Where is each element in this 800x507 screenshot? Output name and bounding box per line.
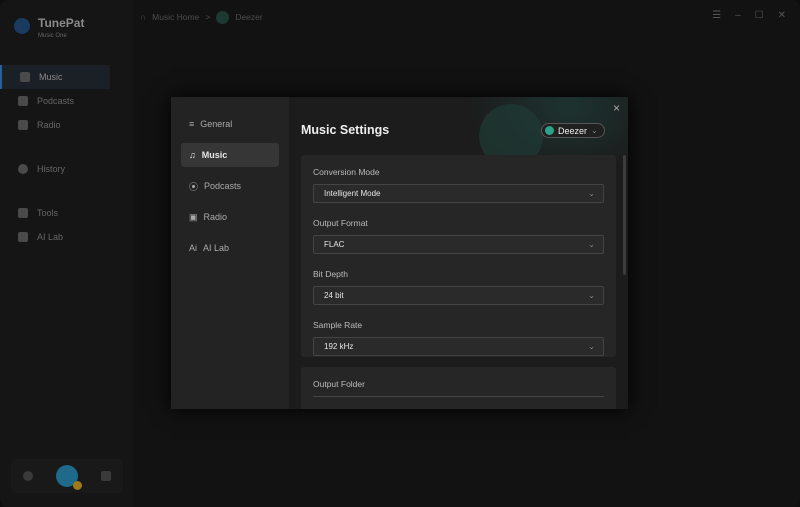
broadcast-icon: ⦿ (189, 181, 199, 192)
app-name: TunePat (38, 16, 85, 30)
sliders-icon: ≡ (189, 119, 195, 129)
conversion-mode-select[interactable]: Intelligent Mode ⌄ (313, 184, 604, 203)
audio-settings-card: Conversion Mode Intelligent Mode ⌄ Output… (301, 155, 616, 357)
field-label: Conversion Mode (313, 167, 380, 177)
field-label: Bit Depth (313, 269, 348, 279)
sidebar-item-label: Radio (37, 120, 61, 130)
toolbox-icon (18, 208, 28, 218)
select-value: Intelligent Mode (324, 189, 381, 198)
sidebar-item-ai-lab[interactable]: AI Lab (0, 225, 110, 249)
settings-tab-podcasts[interactable]: ⦿ Podcasts (181, 174, 279, 198)
breadcrumb: ∩ Music Home > Deezer (140, 6, 290, 28)
headphones-icon (20, 72, 30, 82)
premium-badge-icon (72, 481, 82, 490)
sidebar-item-label: History (37, 164, 66, 174)
mail-icon[interactable] (101, 471, 112, 481)
tunepat-logo-icon (14, 18, 30, 34)
output-folder-input[interactable] (313, 396, 604, 404)
field-label: Sample Rate (313, 320, 363, 330)
chevron-down-icon: ⌄ (588, 342, 595, 351)
settings-tab-general[interactable]: ≡ General (181, 112, 279, 136)
page-title: Music Settings (301, 123, 390, 137)
chevron-down-icon: ⌄ (591, 126, 598, 135)
chevron-down-icon: ⌄ (588, 291, 595, 300)
breadcrumb-current: Deezer (235, 12, 263, 22)
podcast-icon (18, 96, 28, 106)
gear-icon[interactable] (22, 471, 33, 481)
sample-rate-select[interactable]: 192 kHz ⌄ (313, 337, 604, 356)
clock-icon (18, 164, 28, 174)
avatar[interactable] (55, 465, 82, 490)
maximize-icon[interactable]: ☐ (755, 10, 764, 21)
sidebar-item-label: AI Lab (37, 232, 64, 242)
headphones-icon: ∩ (140, 12, 147, 22)
output-folder-card: Output Folder (301, 367, 616, 409)
sidebar-item-label: Podcasts (37, 96, 75, 106)
sidebar-item-label: Tools (37, 208, 59, 218)
deezer-icon (216, 10, 230, 24)
bottom-bar (11, 459, 123, 493)
chevron-down-icon: ⌄ (588, 240, 595, 249)
settings-content: × Music Settings Deezer ⌄ Conversion Mode… (289, 97, 628, 409)
close-icon[interactable]: × (613, 101, 620, 115)
tab-label: AI Lab (203, 243, 230, 253)
deezer-icon (545, 126, 554, 135)
sidebar-item-history[interactable]: History (0, 157, 110, 181)
breadcrumb-separator: > (205, 12, 211, 22)
ai-icon: Ai (189, 243, 198, 253)
ai-icon (18, 232, 28, 242)
settings-dialog: ≡ General ♫ Music ⦿ Podcasts ▣ Radio Ai AI La… (171, 97, 628, 409)
logo: TunePat Music One (14, 16, 84, 39)
sidebar-item-tools[interactable]: Tools (0, 201, 110, 225)
minimize-icon[interactable]: – (735, 10, 741, 21)
settings-nav: ≡ General ♫ Music ⦿ Podcasts ▣ Radio Ai AI La… (171, 97, 289, 409)
sidebar: TunePat Music One Music Podcasts Radio H… (0, 0, 133, 507)
tab-label: General (200, 119, 233, 129)
service-label: Deezer (558, 125, 588, 136)
settings-tab-music[interactable]: ♫ Music (181, 143, 279, 167)
window-controls: ☰ – ☐ ✕ (712, 10, 786, 21)
music-note-icon: ♫ (189, 150, 196, 160)
service-selector[interactable]: Deezer ⌄ (541, 123, 605, 138)
sidebar-item-radio[interactable]: Radio (0, 113, 110, 137)
settings-tab-ai-lab[interactable]: Ai AI Lab (181, 236, 279, 260)
select-value: FLAC (324, 240, 345, 249)
sidebar-item-music[interactable]: Music (0, 65, 110, 89)
scrollbar[interactable] (623, 155, 626, 275)
radio-icon: ▣ (189, 211, 198, 222)
menu-icon[interactable]: ☰ (712, 10, 721, 21)
tab-label: Podcasts (204, 181, 242, 191)
radio-icon (18, 120, 28, 130)
sidebar-item-label: Music (39, 72, 63, 82)
tab-label: Music (201, 150, 228, 160)
field-label: Output Folder (313, 379, 365, 389)
settings-tab-radio[interactable]: ▣ Radio (181, 205, 279, 229)
breadcrumb-home[interactable]: Music Home (152, 12, 199, 22)
close-window-icon[interactable]: ✕ (778, 10, 786, 21)
sidebar-item-podcasts[interactable]: Podcasts (0, 89, 110, 113)
chevron-down-icon: ⌄ (588, 189, 595, 198)
tab-label: Radio (203, 212, 228, 222)
app-subtitle: Music One (38, 33, 67, 39)
select-value: 192 kHz (324, 342, 354, 351)
select-value: 24 bit (324, 291, 344, 300)
bit-depth-select[interactable]: 24 bit ⌄ (313, 286, 604, 305)
output-format-select[interactable]: FLAC ⌄ (313, 235, 604, 254)
field-label: Output Format (313, 218, 368, 228)
